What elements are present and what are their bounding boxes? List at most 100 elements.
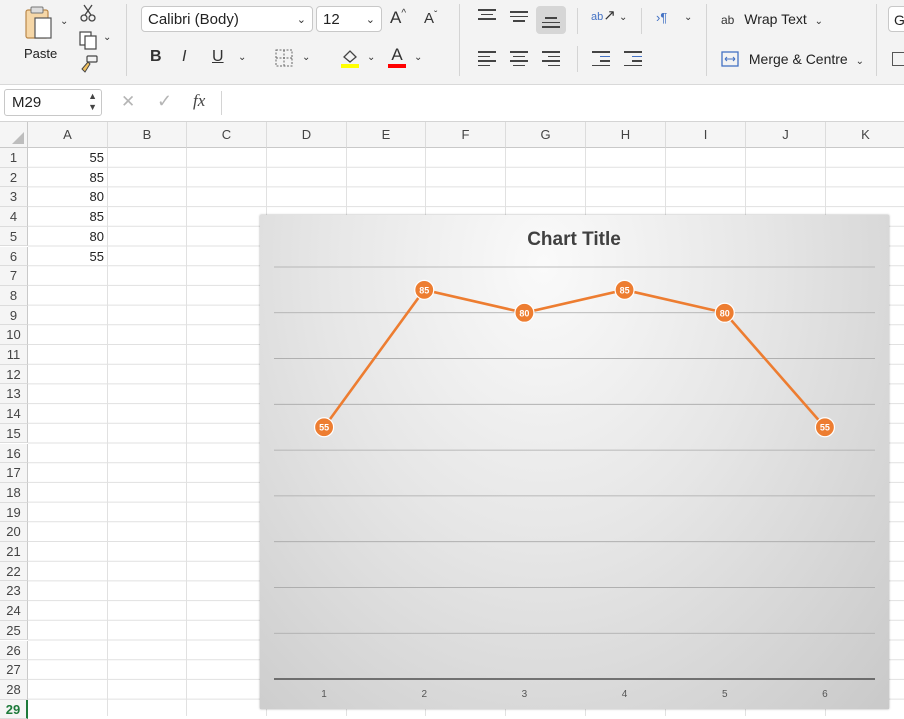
row-header-4[interactable]: 4 [0, 207, 28, 227]
italic-button[interactable]: I [182, 48, 186, 66]
column-header-a[interactable]: A [28, 122, 108, 148]
row-header-29[interactable]: 29 [0, 699, 28, 719]
format-painter-icon[interactable] [79, 55, 99, 75]
column-header-b[interactable]: B [108, 122, 187, 148]
cancel-icon[interactable]: ✕ [121, 92, 135, 112]
column-header-g[interactable]: G [506, 122, 586, 148]
align-center-icon[interactable] [510, 48, 528, 69]
orientation-dropdown-arrow[interactable]: ⌄ [619, 12, 627, 23]
function-icon[interactable]: fx [193, 91, 205, 111]
merge-centre-button[interactable]: Merge & Centre ⌄ [721, 48, 864, 70]
align-bottom-button[interactable] [536, 6, 566, 34]
borders-icon[interactable] [274, 48, 294, 68]
borders-dropdown-arrow[interactable]: ⌄ [302, 52, 310, 63]
row-header-7[interactable]: 7 [0, 266, 28, 286]
paste-button[interactable]: ⌄ Paste [14, 2, 70, 64]
worksheet-grid[interactable]: ABCDEFGHIJK 1 2 3 4 5 6 7 8 9 10 11 12 13 14 15 16 17 18 1… [0, 122, 904, 719]
cell-a4[interactable]: 85 [28, 207, 108, 227]
row-header-11[interactable]: 11 [0, 345, 28, 365]
copy-icon[interactable] [78, 30, 98, 50]
fill-color-dropdown-arrow[interactable]: ⌄ [367, 52, 375, 63]
column-header-e[interactable]: E [347, 122, 426, 148]
row-header-3[interactable]: 3 [0, 187, 28, 208]
row-header-21[interactable]: 21 [0, 542, 28, 562]
ribbon-separator [706, 4, 707, 76]
formula-input[interactable] [221, 91, 902, 115]
name-box[interactable]: M29 ▲ ▼ [4, 89, 102, 116]
align-left-icon[interactable] [478, 48, 496, 69]
chevron-down-icon: ⌄ [365, 14, 375, 26]
column-header-f[interactable]: F [426, 122, 506, 148]
row-header-1[interactable]: 1 [0, 148, 28, 168]
row-header-15[interactable]: 15 [0, 423, 28, 444]
row-header-24[interactable]: 24 [0, 601, 28, 621]
align-top-icon[interactable] [478, 6, 496, 23]
column-header-i[interactable]: I [666, 122, 746, 148]
orientation-icon[interactable]: ab↗ [591, 6, 616, 24]
column-header-c[interactable]: C [187, 122, 267, 148]
decrease-indent-icon[interactable] [592, 48, 610, 69]
font-name-dropdown[interactable]: Calibri (Body) ⌄ [141, 6, 313, 32]
row-header-14[interactable]: 14 [0, 404, 28, 424]
text-direction-icon[interactable]: ›¶ [656, 10, 667, 25]
ribbon-separator [577, 46, 578, 72]
paste-dropdown-arrow[interactable]: ⌄ [60, 16, 68, 27]
row-header-22[interactable]: 22 [0, 561, 28, 582]
row-header-18[interactable]: 18 [0, 482, 28, 503]
cell-a3[interactable]: 80 [28, 187, 108, 207]
column-header-d[interactable]: D [267, 122, 347, 148]
row-header-23[interactable]: 23 [0, 581, 28, 602]
select-all-triangle-icon [12, 132, 24, 144]
row-header-26[interactable]: 26 [0, 640, 28, 661]
row-header-10[interactable]: 10 [0, 325, 28, 345]
scissors-icon[interactable] [79, 4, 97, 22]
row-header-9[interactable]: 9 [0, 305, 28, 326]
row-header-13[interactable]: 13 [0, 384, 28, 405]
row-header-25[interactable]: 25 [0, 620, 28, 641]
number-format-dropdown[interactable]: G [888, 6, 904, 32]
select-all-corner[interactable] [0, 122, 28, 148]
font-color-button[interactable]: A [388, 45, 406, 68]
align-middle-icon[interactable] [510, 8, 528, 25]
name-box-stepper-icon[interactable]: ▲ ▼ [88, 91, 97, 113]
enter-icon[interactable]: ✓ [157, 91, 172, 112]
text-direction-dropdown-arrow[interactable]: ⌄ [684, 12, 692, 23]
row-header-12[interactable]: 12 [0, 364, 28, 385]
increase-font-size-button[interactable]: A^ [390, 8, 406, 28]
column-header-k[interactable]: K [826, 122, 904, 148]
underline-button[interactable]: U [212, 48, 224, 66]
underline-dropdown-arrow[interactable]: ⌄ [238, 52, 246, 63]
cell-a6[interactable]: 55 [28, 247, 108, 267]
conditional-format-icon[interactable] [892, 52, 904, 66]
row-header-6[interactable]: 6 [0, 246, 28, 267]
font-size-value: 12 [323, 11, 340, 28]
row-header-27[interactable]: 27 [0, 660, 28, 680]
decrease-font-size-button[interactable]: Aˇ [424, 10, 437, 28]
increase-indent-icon[interactable] [624, 48, 642, 69]
data-label: 55 [319, 423, 329, 433]
fill-color-icon[interactable] [339, 47, 361, 69]
row-header-2[interactable]: 2 [0, 167, 28, 188]
copy-dropdown-arrow[interactable]: ⌄ [103, 32, 111, 43]
row-header-17[interactable]: 17 [0, 463, 28, 483]
row-header-28[interactable]: 28 [0, 679, 28, 700]
font-size-dropdown[interactable]: 12 ⌄ [316, 6, 382, 32]
cell-a2[interactable]: 85 [28, 168, 108, 188]
font-color-dropdown-arrow[interactable]: ⌄ [414, 52, 422, 63]
column-header-h[interactable]: H [586, 122, 666, 148]
bold-button[interactable]: B [150, 48, 162, 66]
row-header-16[interactable]: 16 [0, 443, 28, 464]
row-header-20[interactable]: 20 [0, 522, 28, 542]
wrap-text-button[interactable]: ab Wrap Text ⌄ [721, 8, 823, 30]
cell-a5[interactable]: 80 [28, 227, 108, 247]
wrap-text-label: Wrap Text [744, 11, 807, 27]
row-header-5[interactable]: 5 [0, 226, 28, 247]
column-header-j[interactable]: J [746, 122, 826, 148]
line-chart[interactable]: Chart Title 1 2 3 4 5 6 55 85 80 85 80 55 [260, 215, 889, 709]
chart-title[interactable]: Chart Title [527, 229, 621, 250]
row-header-19[interactable]: 19 [0, 502, 28, 523]
cell-a1[interactable]: 55 [28, 148, 108, 168]
align-right-icon[interactable] [542, 48, 560, 69]
data-label: 85 [419, 285, 429, 295]
row-header-8[interactable]: 8 [0, 285, 28, 306]
